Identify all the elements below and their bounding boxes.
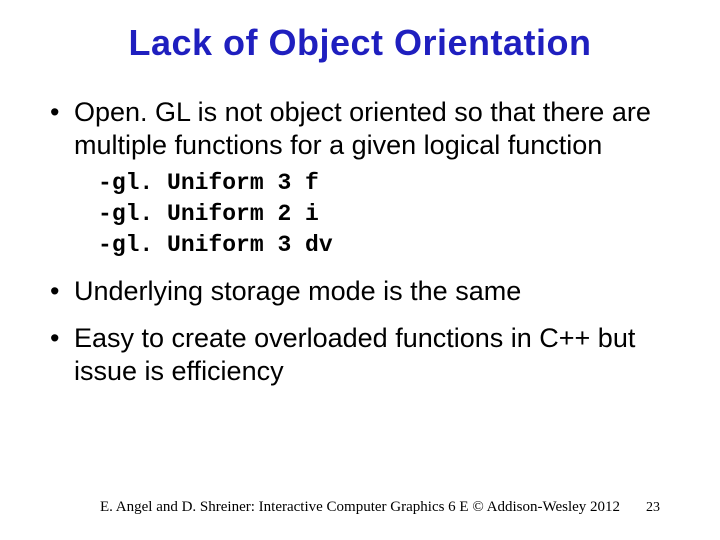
slide-title: Lack of Object Orientation bbox=[0, 0, 720, 82]
code-text: gl. Uniform 2 i bbox=[112, 201, 319, 227]
slide: Lack of Object Orientation Open. GL is n… bbox=[0, 0, 720, 540]
slide-body: Open. GL is not object oriented so that … bbox=[0, 96, 720, 388]
code-sublist: gl. Uniform 3 f gl. Uniform 2 i gl. Unif… bbox=[50, 168, 680, 261]
code-text: gl. Uniform 3 dv bbox=[112, 232, 333, 258]
bullet-item: Easy to create overloaded functions in C… bbox=[50, 322, 680, 388]
code-item: gl. Uniform 3 f bbox=[98, 168, 680, 199]
bullet-item: Open. GL is not object oriented so that … bbox=[50, 96, 680, 162]
code-item: gl. Uniform 2 i bbox=[98, 199, 680, 230]
code-item: gl. Uniform 3 dv bbox=[98, 230, 680, 261]
bullet-item: Underlying storage mode is the same bbox=[50, 275, 680, 308]
footer-text: E. Angel and D. Shreiner: Interactive Co… bbox=[0, 499, 720, 516]
code-text: gl. Uniform 3 f bbox=[112, 170, 319, 196]
page-number: 23 bbox=[646, 500, 660, 516]
